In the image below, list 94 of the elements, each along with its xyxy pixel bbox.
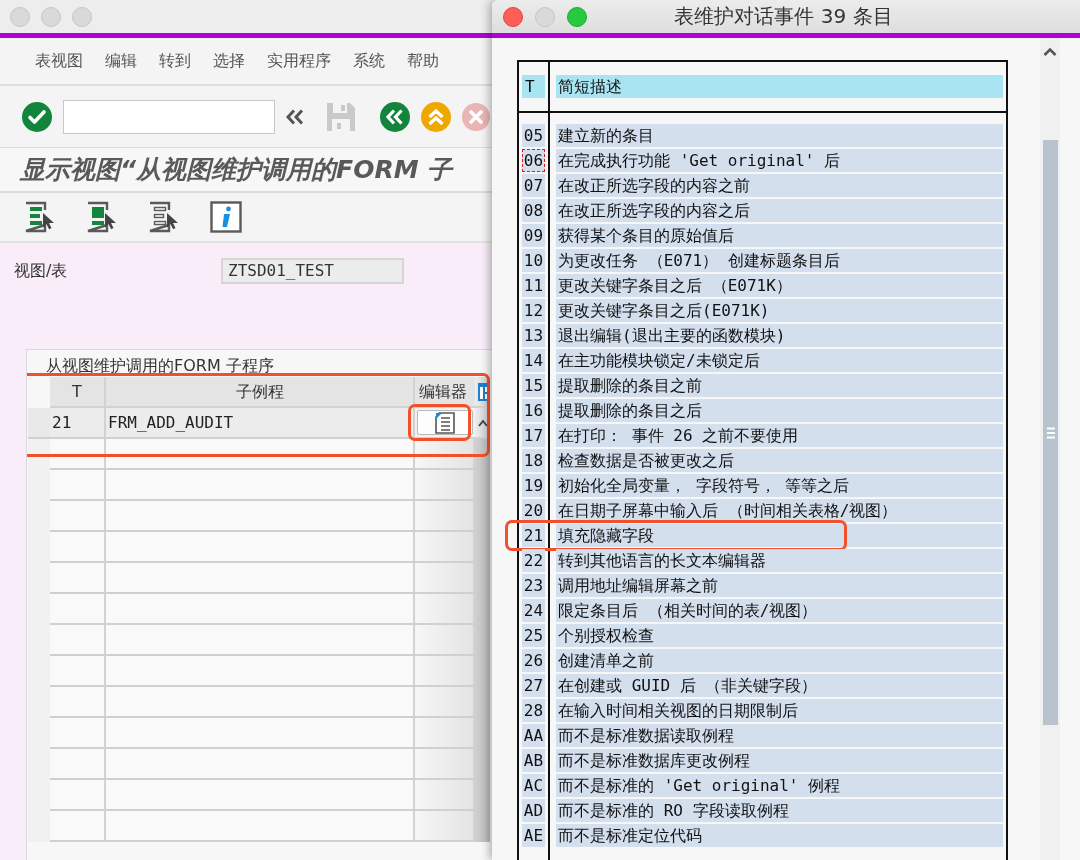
table-cell[interactable]: 在日期子屏幕中输入后 （时间相关表格/视图） [556,499,1003,522]
table-cell[interactable]: 13 [522,324,545,347]
menu-item[interactable]: 转到 [159,50,191,72]
table-cell[interactable]: 22 [522,549,545,572]
double-chevron-left-icon[interactable] [286,108,304,125]
check-icon[interactable] [22,101,52,132]
table-cell[interactable]: 14 [522,349,545,372]
column-header[interactable]: 编辑器 [415,377,475,408]
table-cell[interactable]: 在创建或 GUID 后 （非关键字段） [556,674,1003,697]
table-cell[interactable]: 而不是标准定位代码 [556,824,1003,847]
table-cell[interactable]: 在改正所选字段的内容之后 [556,199,1003,222]
column-header[interactable]: 子例程 [106,377,415,408]
table-cell[interactable]: 10 [522,249,545,272]
view-name-field: ZTSD01_TEST [221,258,404,284]
table-cell[interactable]: 提取删除的条目之后 [556,399,1003,422]
scroll-up-icon[interactable] [478,419,488,427]
table-cell[interactable]: 调用地址编辑屏幕之前 [556,574,1003,597]
chevron-left-circle-icon[interactable] [380,101,410,132]
table-cell[interactable]: 更改关键字条目之后(E071K) [556,299,1003,322]
table-cell[interactable]: AA [522,724,545,747]
table-cell[interactable]: 在完成执行功能 'Get original' 后 [556,149,1003,172]
command-field[interactable] [63,99,275,134]
table-cell[interactable]: 25 [522,624,545,647]
table-cell[interactable]: 06 [522,149,545,172]
screen-title: 显示视图“从视图维护调用的FORM 子 [20,154,453,186]
table-cell[interactable]: 更改关键字条目之后 （E071K） [556,274,1003,297]
table-cell[interactable]: 检查数据是否被更改之后 [556,449,1003,472]
table-cell[interactable]: 在打印： 事件 26 之前不要使用 [556,424,1003,447]
table-cell[interactable]: 28 [522,699,545,722]
menu-item[interactable]: 实用程序 [267,50,331,72]
table-cell[interactable]: 17 [522,424,545,447]
table-cell[interactable]: 07 [522,174,545,197]
table-cell[interactable]: 建立新的条目 [556,124,1003,147]
table-cell[interactable]: AE [522,824,545,847]
table-cell[interactable]: 21 [522,524,545,547]
table-cell[interactable]: AC [522,774,545,797]
table-cell[interactable]: 而不是标准数据读取例程 [556,724,1003,747]
table-cell[interactable]: 05 [522,124,545,147]
table-cell[interactable]: 18 [522,449,545,472]
field-label: 视图/表 [14,260,69,282]
table-cell[interactable]: 16 [522,399,545,422]
table-cell[interactable]: 而不是标准数据库更改例程 [556,749,1003,772]
menu-item[interactable]: 系统 [353,50,385,72]
table-cell[interactable]: 15 [522,374,545,397]
table-cell[interactable]: 获得某个条目的原始值后 [556,224,1003,247]
table-cell[interactable]: 个别授权检查 [556,624,1003,647]
menu-item[interactable]: 选择 [213,50,245,72]
table-cell[interactable]: 而不是标准的 'Get original' 例程 [556,774,1003,797]
list-deselect-icon[interactable] [148,201,180,233]
close-button[interactable] [503,6,523,27]
column-header[interactable]: 简短描述 [556,75,1003,98]
column-header[interactable]: T [522,75,545,98]
table-cell[interactable]: 转到其他语言的长文本编辑器 [556,549,1003,572]
scrollbar-thumb[interactable] [1043,140,1058,725]
menu-item[interactable]: 表视图 [35,50,83,72]
list-block-icon[interactable] [86,201,118,233]
table-title: 从视图维护调用的FORM 子程序 [46,356,274,375]
table-cell[interactable]: 27 [522,674,545,697]
menu-item[interactable]: 编辑 [105,50,137,72]
table-cell[interactable]: 在主功能模块锁定/未锁定后 [556,349,1003,372]
document-icon [435,411,455,434]
editor-button[interactable] [417,410,473,435]
table-cell[interactable]: AB [522,749,545,772]
chevron-up-circle-icon[interactable] [421,101,451,132]
table-cell[interactable]: 23 [522,574,545,597]
info-icon[interactable] [210,201,242,233]
table-cell[interactable]: 限定条目后 （相关时间的表/视图） [556,599,1003,622]
table-cell: 21 [50,408,106,439]
table-cell[interactable]: 26 [522,649,545,672]
table-cell[interactable]: 08 [522,199,545,222]
table-cell[interactable]: 12 [522,299,545,322]
menu-item[interactable]: 帮助 [407,50,439,72]
table-cell[interactable]: 在改正所选字段的内容之前 [556,174,1003,197]
table-cell: FRM_ADD_AUDIT [106,408,415,439]
table-cell[interactable]: 初始化全局变量， 字段符号， 等等之后 [556,474,1003,497]
table-cell[interactable]: 为更改任务 （E071） 创建标题条目后 [556,249,1003,272]
table-cell[interactable]: AD [522,799,545,822]
table-cell[interactable]: 在输入时间相关视图的日期限制后 [556,699,1003,722]
table-cell[interactable]: 提取删除的条目之前 [556,374,1003,397]
table-cell[interactable]: 而不是标准的 RO 字段读取例程 [556,799,1003,822]
table-cell[interactable]: 创建清单之前 [556,649,1003,672]
table-cell[interactable]: 24 [522,599,545,622]
zoom-button[interactable] [567,6,587,27]
grip-icon [1046,426,1055,439]
column-header[interactable]: T [50,377,106,408]
scroll-up-icon[interactable] [1043,47,1057,56]
table-cell[interactable]: 09 [522,224,545,247]
table-cell[interactable]: 填充隐藏字段 [556,524,1003,547]
table-cell[interactable]: 退出编辑(退出主要的函数模块) [556,324,1003,347]
dialog-title: 表维护对话事件 39 条目 [674,4,893,28]
table-cell[interactable]: 11 [522,274,545,297]
table-cell[interactable]: 19 [522,474,545,497]
list-select-icon[interactable] [24,201,56,233]
table-cell[interactable]: 20 [522,499,545,522]
